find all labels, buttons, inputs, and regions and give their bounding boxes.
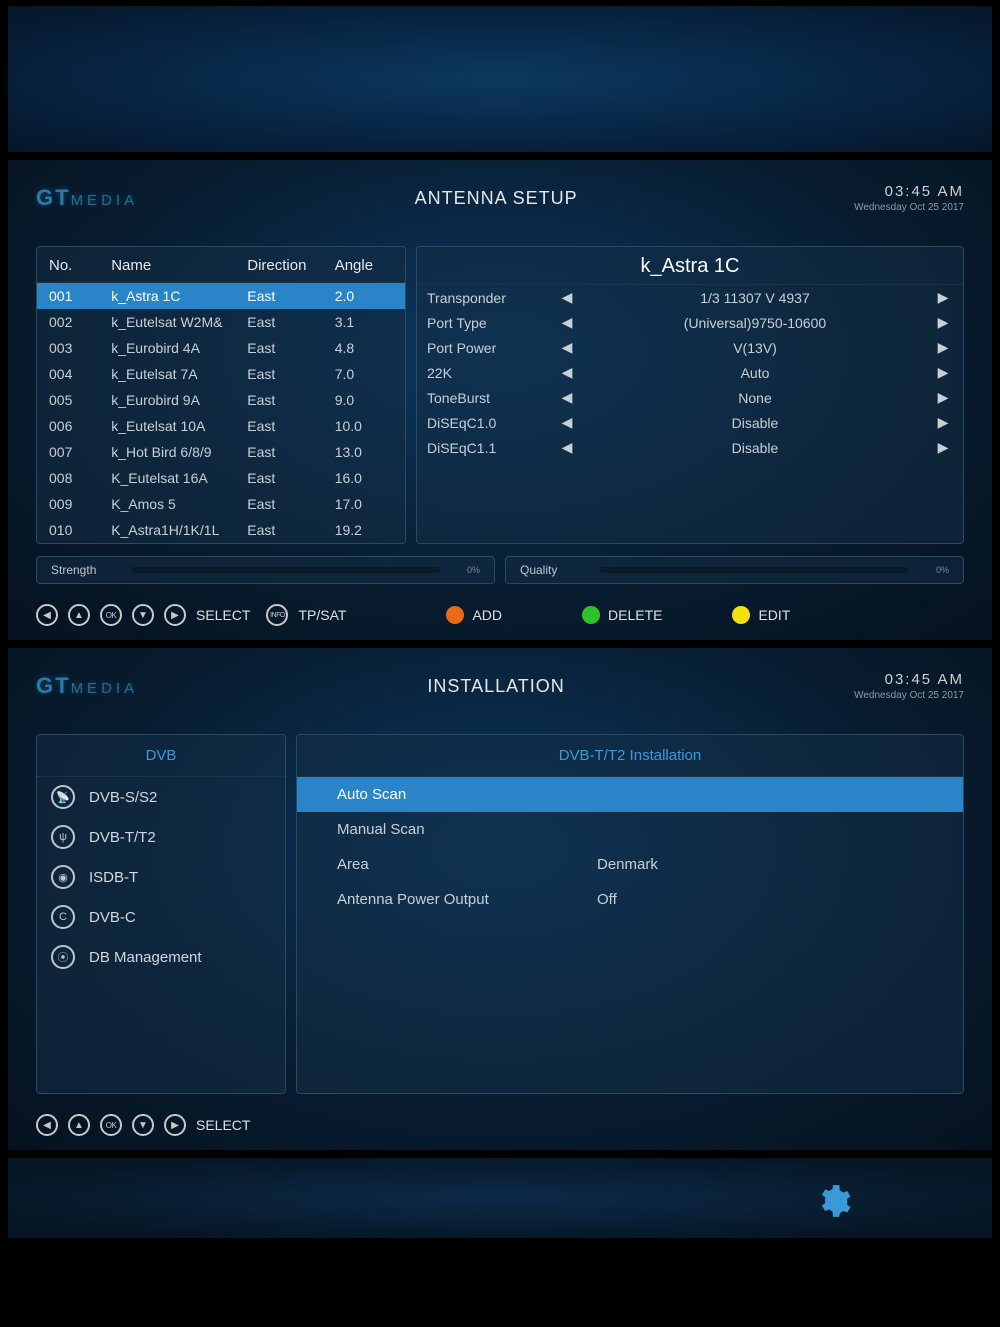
installation-screen: GTMEDIA INSTALLATION 03:45 AM Wednesday … xyxy=(8,648,992,1150)
chevron-left-icon[interactable]: ◀ xyxy=(557,314,577,331)
dvb-sidebar: DVB 📡DVB-S/S2 ψDVB-T/T2 ◉ISDB-T CDVB-C ⦿… xyxy=(36,734,286,1094)
satellite-detail: k_Astra 1C Transponder◀1/3 11307 V 4937▶… xyxy=(416,246,964,544)
up-icon[interactable]: ▲ xyxy=(68,604,90,626)
table-row[interactable]: 003k_Eurobird 4AEast4.8 xyxy=(37,335,405,361)
info-button[interactable]: INFO xyxy=(266,604,288,626)
table-row[interactable]: 002k_Eutelsat W2M&East3.1 xyxy=(37,309,405,335)
logo: GTMEDIA xyxy=(36,185,138,211)
tpsat-label: TP/SAT xyxy=(298,607,346,623)
satellite-table-header: No. Name Direction Angle xyxy=(37,247,405,283)
detail-diseqc11[interactable]: DiSEqC1.1◀Disable▶ xyxy=(417,435,963,460)
chevron-left-icon[interactable]: ◀ xyxy=(557,439,577,456)
table-row[interactable]: 007k_Hot Bird 6/8/9East13.0 xyxy=(37,439,405,465)
detail-port-type[interactable]: Port Type◀(Universal)9750-10600▶ xyxy=(417,310,963,335)
main-pane-title: DVB-T/T2 Installation xyxy=(297,735,963,777)
installation-options: DVB-T/T2 Installation Auto Scan Manual S… xyxy=(296,734,964,1094)
antenna-icon: ψ xyxy=(51,825,75,849)
toolbar: ◀ ▲ OK ▼ ▶ SELECT xyxy=(36,1114,964,1136)
satellite-icon: 📡 xyxy=(51,785,75,809)
option-antenna-power[interactable]: Antenna Power OutputOff xyxy=(297,882,963,917)
sidebar-item-dvbt[interactable]: ψDVB-T/T2 xyxy=(37,817,285,857)
table-row[interactable]: 004k_Eutelsat 7AEast7.0 xyxy=(37,361,405,387)
antenna-setup-screen: GTMEDIA ANTENNA SETUP 03:45 AM Wednesday… xyxy=(8,160,992,640)
sidebar-item-dvbs[interactable]: 📡DVB-S/S2 xyxy=(37,777,285,817)
down-icon[interactable]: ▼ xyxy=(132,1114,154,1136)
bottom-banner xyxy=(8,1158,992,1238)
sidebar-item-isdbt[interactable]: ◉ISDB-T xyxy=(37,857,285,897)
chevron-right-icon[interactable]: ▶ xyxy=(933,314,953,331)
quality-bar: Quality0% xyxy=(505,556,964,584)
clock-date: Wednesday Oct 25 2017 xyxy=(854,690,964,701)
broadcast-icon: ◉ xyxy=(51,865,75,889)
left-icon[interactable]: ◀ xyxy=(36,1114,58,1136)
table-row[interactable]: 010K_Astra1H/1K/1LEast19.2 xyxy=(37,517,405,543)
option-manual-scan[interactable]: Manual Scan xyxy=(297,812,963,847)
chevron-right-icon[interactable]: ▶ xyxy=(933,389,953,406)
table-row[interactable]: 008K_Eutelsat 16AEast16.0 xyxy=(37,465,405,491)
detail-22k[interactable]: 22K◀Auto▶ xyxy=(417,360,963,385)
add-button[interactable]: ADD xyxy=(446,606,502,624)
table-row[interactable]: 009K_Amos 5East17.0 xyxy=(37,491,405,517)
left-icon[interactable]: ◀ xyxy=(36,604,58,626)
clock: 03:45 AM Wednesday Oct 25 2017 xyxy=(854,183,964,213)
table-row[interactable]: 001k_Astra 1CEast2.0 xyxy=(37,283,405,309)
chevron-left-icon[interactable]: ◀ xyxy=(557,389,577,406)
select-label: SELECT xyxy=(196,1117,250,1133)
blank-banner xyxy=(8,6,992,152)
satellite-table[interactable]: No. Name Direction Angle 001k_Astra 1CEa… xyxy=(36,246,406,544)
sidebar-item-db[interactable]: ⦿DB Management xyxy=(37,937,285,977)
chevron-left-icon[interactable]: ◀ xyxy=(557,289,577,306)
chevron-right-icon[interactable]: ▶ xyxy=(933,364,953,381)
right-icon[interactable]: ▶ xyxy=(164,1114,186,1136)
detail-transponder[interactable]: Transponder◀1/3 11307 V 4937▶ xyxy=(417,285,963,310)
database-icon: ⦿ xyxy=(51,945,75,969)
red-dot-icon xyxy=(446,606,464,624)
clock-time: 03:45 AM xyxy=(854,183,964,200)
up-icon[interactable]: ▲ xyxy=(68,1114,90,1136)
ok-button[interactable]: OK xyxy=(100,604,122,626)
green-dot-icon xyxy=(582,606,600,624)
detail-toneburst[interactable]: ToneBurst◀None▶ xyxy=(417,385,963,410)
clock: 03:45 AM Wednesday Oct 25 2017 xyxy=(854,671,964,701)
strength-bar: Strength0% xyxy=(36,556,495,584)
chevron-right-icon[interactable]: ▶ xyxy=(933,414,953,431)
page-title: INSTALLATION xyxy=(138,676,854,697)
chevron-left-icon[interactable]: ◀ xyxy=(557,364,577,381)
table-row[interactable]: 005k_Eurobird 9AEast9.0 xyxy=(37,387,405,413)
option-area[interactable]: AreaDenmark xyxy=(297,847,963,882)
ok-button[interactable]: OK xyxy=(100,1114,122,1136)
toolbar: ◀ ▲ OK ▼ ▶ SELECT INFO TP/SAT ADD DELETE… xyxy=(36,604,964,626)
edit-button[interactable]: EDIT xyxy=(732,606,790,624)
option-auto-scan[interactable]: Auto Scan xyxy=(297,777,963,812)
clock-date: Wednesday Oct 25 2017 xyxy=(854,202,964,213)
chevron-left-icon[interactable]: ◀ xyxy=(557,339,577,356)
yellow-dot-icon xyxy=(732,606,750,624)
select-label: SELECT xyxy=(196,607,250,623)
down-icon[interactable]: ▼ xyxy=(132,604,154,626)
logo: GTMEDIA xyxy=(36,673,138,699)
right-icon[interactable]: ▶ xyxy=(164,604,186,626)
sidebar-title: DVB xyxy=(37,735,285,777)
chevron-right-icon[interactable]: ▶ xyxy=(933,289,953,306)
chevron-right-icon[interactable]: ▶ xyxy=(933,439,953,456)
delete-button[interactable]: DELETE xyxy=(582,606,662,624)
table-row[interactable]: 006k_Eutelsat 10AEast10.0 xyxy=(37,413,405,439)
chevron-right-icon[interactable]: ▶ xyxy=(933,339,953,356)
gear-icon[interactable] xyxy=(814,1182,852,1220)
detail-port-power[interactable]: Port Power◀V(13V)▶ xyxy=(417,335,963,360)
page-title: ANTENNA SETUP xyxy=(138,188,854,209)
detail-title: k_Astra 1C xyxy=(417,247,963,285)
detail-diseqc10[interactable]: DiSEqC1.0◀Disable▶ xyxy=(417,410,963,435)
clock-time: 03:45 AM xyxy=(854,671,964,688)
chevron-left-icon[interactable]: ◀ xyxy=(557,414,577,431)
sidebar-item-dvbc[interactable]: CDVB-C xyxy=(37,897,285,937)
cable-icon: C xyxy=(51,905,75,929)
